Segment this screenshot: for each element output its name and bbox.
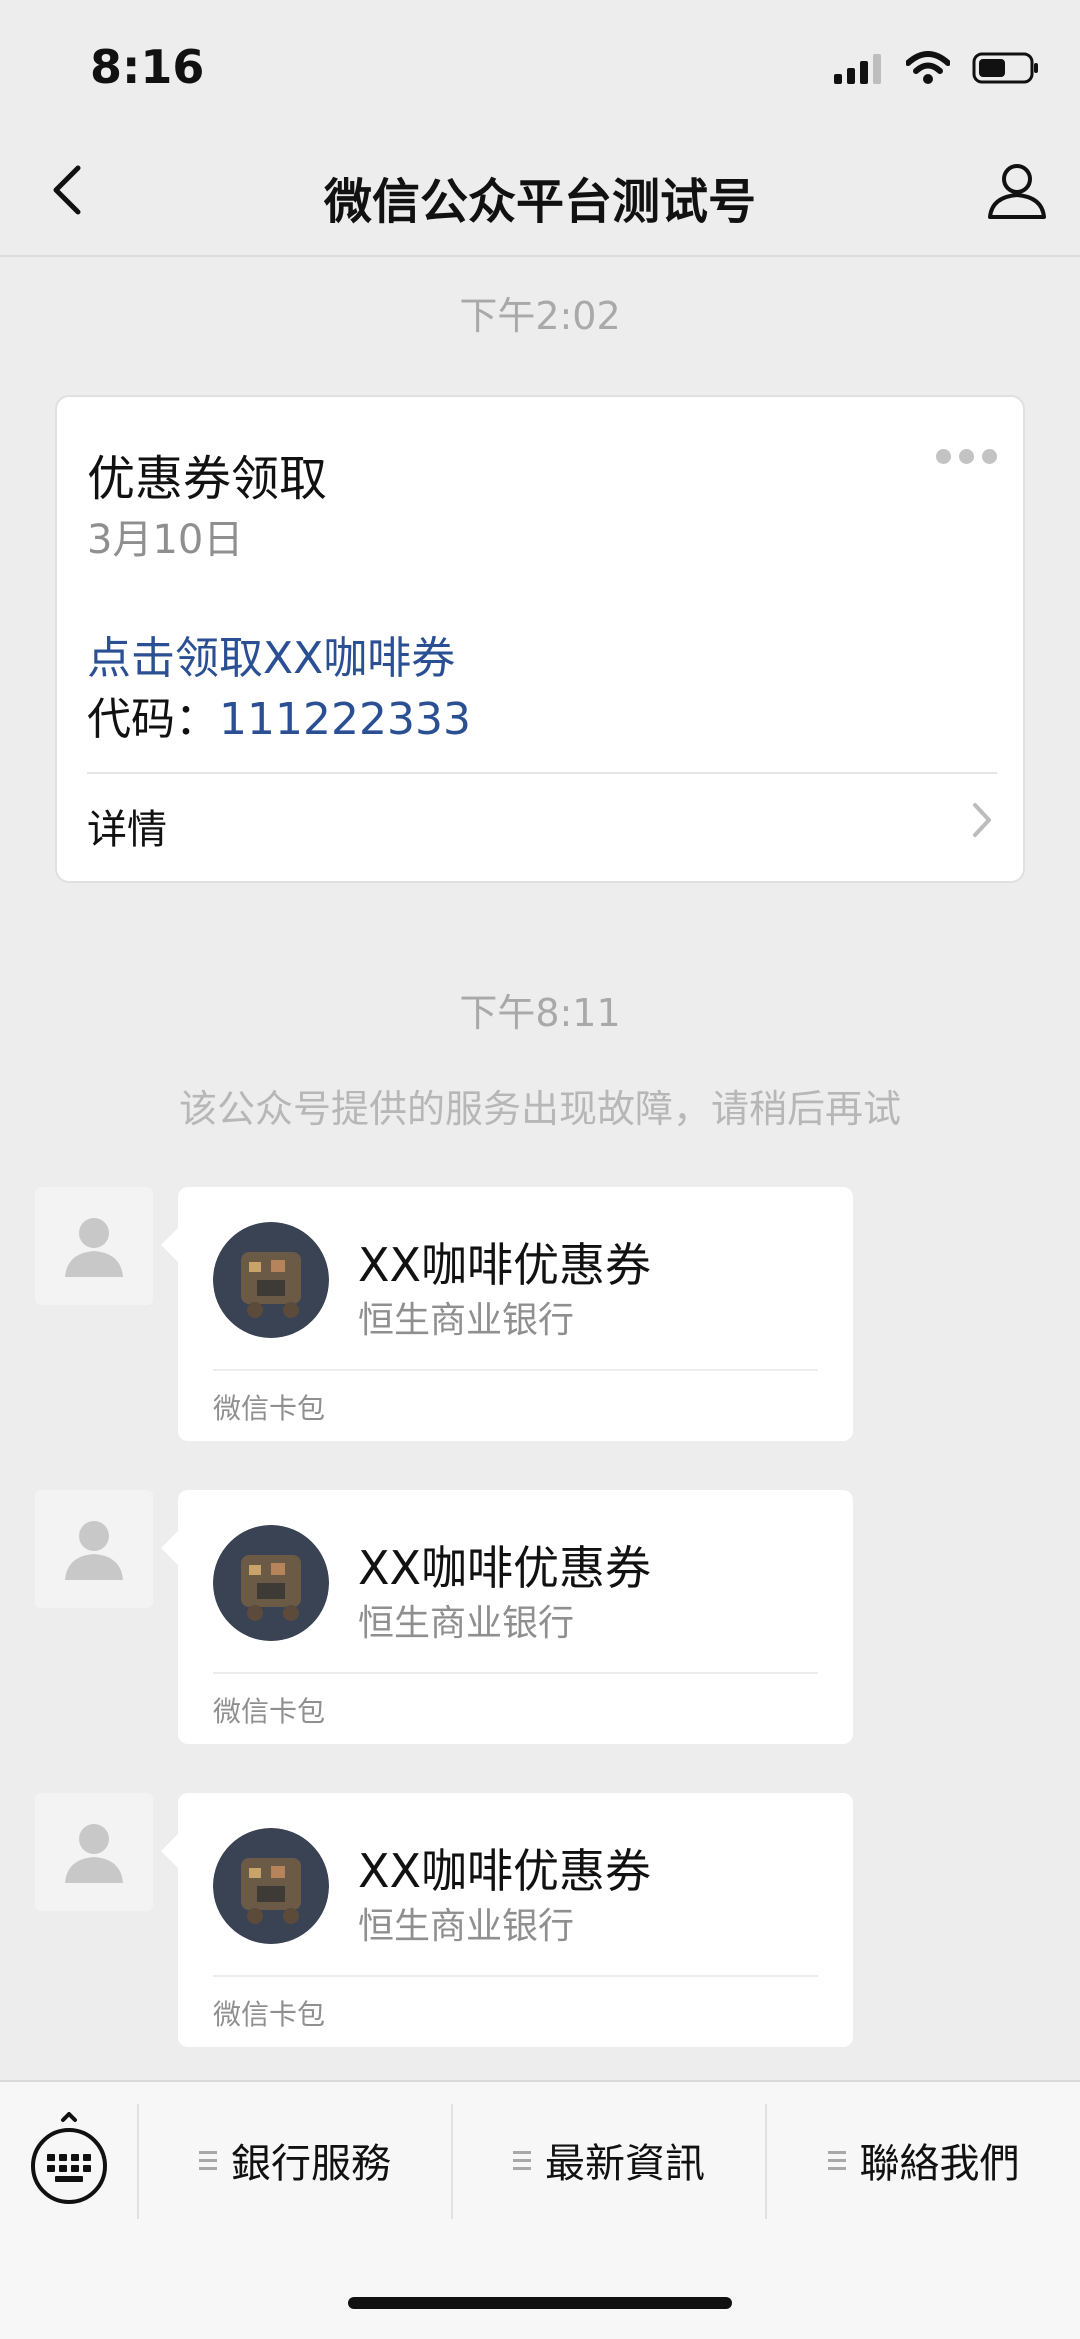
menu-item-label: 聯絡我們 <box>859 2141 1020 2187</box>
avatar[interactable] <box>35 1187 153 1305</box>
template-title: 优惠券领取 <box>87 451 328 507</box>
message-timestamp: 下午8:11 <box>459 991 621 1035</box>
avatar[interactable] <box>35 1490 153 1608</box>
claim-coupon-link[interactable]: 点击领取XX咖啡券 <box>87 622 455 686</box>
template-date: 3月10日 <box>87 517 244 563</box>
profile-icon[interactable] <box>982 155 1052 225</box>
coupon-card[interactable]: XX咖啡优惠券 恒生商业银行 微信卡包 <box>178 1490 853 1744</box>
coupon-logo-image <box>213 1828 329 1944</box>
coupon-logo-image <box>213 1222 329 1338</box>
menu-item-label: 銀行服務 <box>231 2141 391 2187</box>
coupon-card[interactable]: XX咖啡优惠券 恒生商业银行 微信卡包 <box>178 1793 853 2047</box>
page-title: 微信公众平台测试号 <box>323 174 756 230</box>
details-link[interactable]: 详情 <box>87 797 167 855</box>
code-value[interactable]: 111222333 <box>219 694 471 745</box>
coupon-card[interactable]: XX咖啡优惠券 恒生商业银行 微信卡包 <box>178 1187 853 1441</box>
default-avatar-icon <box>65 1521 123 1580</box>
coupon-issuer: 恒生商业银行 <box>358 1906 575 1947</box>
coupon-message: XX咖啡优惠券 恒生商业银行 微信卡包 <box>0 1490 1080 1750</box>
status-icons <box>834 48 1040 88</box>
divider <box>87 772 997 774</box>
code-label: 代码： <box>87 694 219 745</box>
divider <box>213 1672 818 1674</box>
coupon-name: XX咖啡优惠券 <box>358 1238 652 1292</box>
card-source-label: 微信卡包 <box>213 1392 326 1425</box>
status-bar: 8:16 <box>0 0 1080 130</box>
status-time: 8:16 <box>90 40 205 94</box>
menu-contact-us[interactable]: 聯絡我們 <box>767 2120 1080 2200</box>
default-avatar-icon <box>65 1218 123 1277</box>
coupon-issuer: 恒生商业银行 <box>358 1603 575 1644</box>
chevron-right-icon <box>973 803 991 837</box>
more-options-icon[interactable] <box>936 449 997 464</box>
menu-latest-news[interactable]: 最新資訊 <box>453 2120 765 2200</box>
coupon-message: XX咖啡优惠券 恒生商业银行 微信卡包 <box>0 1793 1080 2053</box>
menu-lines-icon <box>513 2150 531 2170</box>
menu-item-label: 最新資訊 <box>545 2141 705 2187</box>
divider <box>213 1975 818 1977</box>
navigation-bar: 微信公众平台测试号 <box>0 130 1080 257</box>
coupon-name: XX咖啡优惠券 <box>358 1541 652 1595</box>
menu-lines-icon <box>199 2150 217 2170</box>
chat-screen: 8:16 微信公众平台测试号 下午2:02 优惠券领取 3月10日 点击领取XX… <box>0 0 1080 2339</box>
default-avatar-icon <box>65 1824 123 1883</box>
menu-bank-services[interactable]: 銀行服務 <box>139 2120 451 2200</box>
service-error-notice: 该公众号提供的服务出现故障，请稍后再试 <box>178 1087 901 1131</box>
divider <box>213 1369 818 1371</box>
coupon-logo-image <box>213 1525 329 1641</box>
wifi-icon <box>906 51 950 84</box>
home-indicator[interactable] <box>348 2297 732 2309</box>
signal-icon <box>834 54 881 84</box>
coupon-code-line: 代码：111222333 <box>87 683 471 747</box>
avatar[interactable] <box>35 1793 153 1911</box>
template-message-card[interactable]: 优惠券领取 3月10日 点击领取XX咖啡券 代码：111222333 详情 <box>55 395 1025 883</box>
coupon-message: XX咖啡优惠券 恒生商业银行 微信卡包 <box>0 1187 1080 1447</box>
card-source-label: 微信卡包 <box>213 1695 326 1728</box>
coupon-issuer: 恒生商业银行 <box>358 1300 575 1341</box>
battery-icon <box>972 52 1038 84</box>
keyboard-toggle-icon[interactable] <box>28 2112 110 2206</box>
message-timestamp: 下午2:02 <box>459 294 621 338</box>
menu-lines-icon <box>827 2150 846 2170</box>
coupon-name: XX咖啡优惠券 <box>358 1844 652 1898</box>
card-source-label: 微信卡包 <box>213 1998 326 2031</box>
